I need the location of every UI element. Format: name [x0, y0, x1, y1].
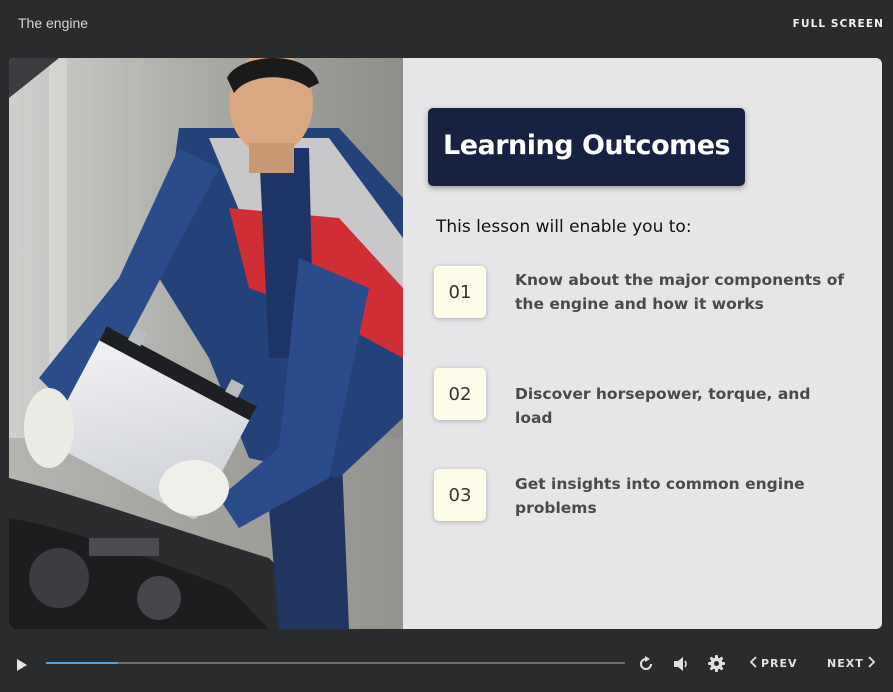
next-button[interactable]: NEXT: [827, 656, 876, 671]
learning-outcomes-header: Learning Outcomes: [428, 108, 745, 186]
slide: Learning Outcomes This lesson will enabl…: [9, 58, 882, 629]
outcome-number-badge: 02: [434, 368, 486, 420]
outcome-text: Discover horsepower, torque, and load: [515, 385, 811, 427]
outcome-number-badge: 01: [434, 266, 486, 318]
outcome-text: Know about the major components of the e…: [515, 271, 845, 313]
chevron-left-icon: [749, 656, 757, 671]
prev-label: PREV: [761, 657, 798, 670]
chevron-right-icon: [868, 656, 876, 671]
outcome-text: Get insights into common engine problems: [515, 475, 805, 517]
progress-bar[interactable]: [46, 662, 625, 664]
volume-icon[interactable]: [673, 656, 691, 676]
progress-fill: [46, 662, 119, 664]
replay-icon[interactable]: [638, 656, 654, 676]
player-header: The engine FULL SCREEN: [0, 0, 893, 50]
slide-heading: Learning Outcomes: [443, 130, 731, 161]
outcome-number-badge: 03: [434, 469, 486, 521]
fullscreen-button[interactable]: FULL SCREEN: [793, 18, 884, 30]
intro-text: This lesson will enable you to:: [436, 217, 692, 237]
next-label: NEXT: [827, 657, 864, 670]
play-icon[interactable]: [16, 657, 28, 676]
prev-button[interactable]: PREV: [749, 656, 798, 671]
mechanic-photo: [9, 58, 403, 629]
course-title: The engine: [18, 15, 89, 31]
settings-icon[interactable]: [708, 655, 725, 676]
